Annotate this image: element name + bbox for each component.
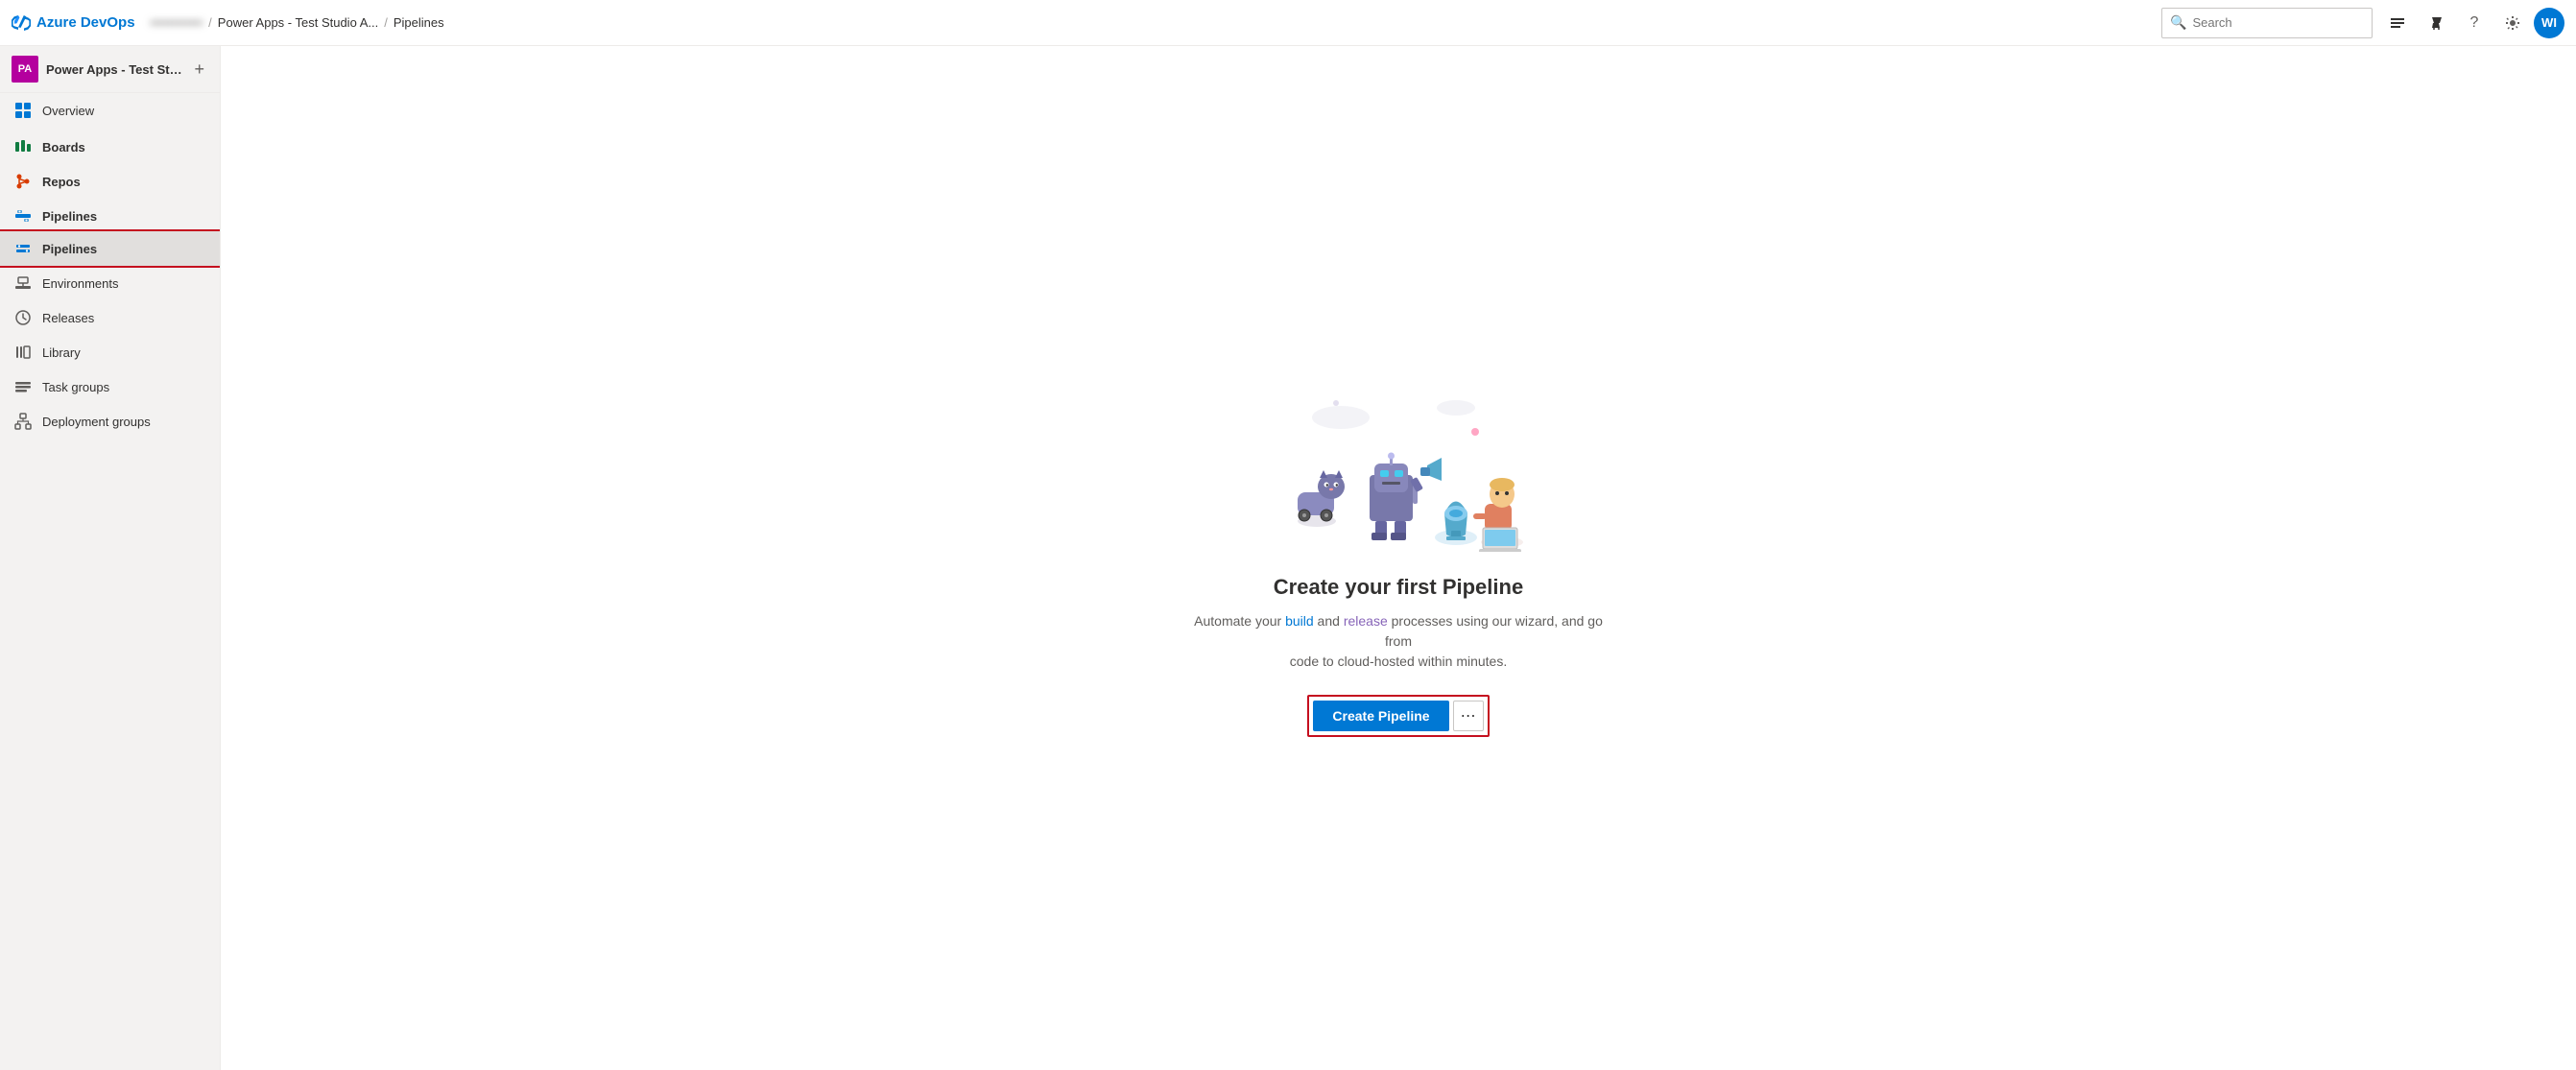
repos-icon (13, 172, 33, 191)
breadcrumb: •••••••••••• / Power Apps - Test Studio … (151, 15, 2154, 30)
pipelines-item-label: Pipelines (42, 242, 97, 256)
overview-icon (13, 101, 33, 120)
header-icons: ? WI (2380, 6, 2564, 40)
sidebar-item-repos[interactable]: Repos (0, 162, 220, 197)
sidebar-item-releases[interactable]: Releases (0, 300, 220, 335)
more-options-button[interactable]: ⋯ (1453, 701, 1484, 731)
deployment-groups-icon (13, 412, 33, 431)
breadcrumb-project[interactable]: Power Apps - Test Studio A... (218, 15, 378, 30)
boards-icon (13, 137, 33, 156)
create-pipeline-actions: Create Pipeline ⋯ (1307, 695, 1489, 737)
help-icon[interactable]: ? (2457, 6, 2492, 40)
environments-icon (13, 273, 33, 293)
user-avatar[interactable]: WI (2534, 8, 2564, 38)
notifications-icon[interactable] (2380, 6, 2415, 40)
project-header: PA Power Apps - Test Stud... + (0, 46, 220, 93)
sidebar-item-environments[interactable]: Environments (0, 266, 220, 300)
pipelines-item-icon (13, 239, 33, 258)
settings-icon[interactable] (2495, 6, 2530, 40)
sidebar-item-overview[interactable]: Overview (0, 93, 220, 128)
releases-icon (13, 308, 33, 327)
project-name: Power Apps - Test Stud... (46, 62, 182, 77)
library-label: Library (42, 345, 81, 360)
breadcrumb-org[interactable]: •••••••••••• (151, 15, 203, 30)
search-icon: 🔍 (2170, 14, 2186, 31)
basket-icon[interactable] (2419, 6, 2453, 40)
search-box[interactable]: 🔍 (2161, 8, 2373, 38)
deployment-groups-label: Deployment groups (42, 415, 151, 429)
library-icon (13, 343, 33, 362)
breadcrumb-current: Pipelines (394, 15, 444, 30)
sidebar-item-library[interactable]: Library (0, 335, 220, 369)
sidebar-item-pipelines[interactable]: Pipelines (0, 231, 220, 266)
pipelines-illustration (1264, 379, 1533, 552)
build-link[interactable]: build (1285, 613, 1314, 629)
sidebar-item-deployment-groups[interactable]: Deployment groups (0, 404, 220, 439)
releases-label: Releases (42, 311, 94, 325)
sidebar-item-task-groups[interactable]: Task groups (0, 369, 220, 404)
add-project-button[interactable]: + (190, 58, 208, 82)
empty-state: Create your first Pipeline Automate your… (1168, 360, 1629, 756)
create-pipeline-button[interactable]: Create Pipeline (1313, 701, 1448, 731)
header: Azure DevOps •••••••••••• / Power Apps -… (0, 0, 2576, 46)
main-content: Create your first Pipeline Automate your… (221, 46, 2576, 1070)
pipelines-section-label: Pipelines (42, 209, 97, 224)
repos-label: Repos (42, 175, 81, 189)
task-groups-icon (13, 377, 33, 396)
project-avatar: PA (12, 56, 38, 83)
breadcrumb-sep-1: / (208, 15, 212, 30)
task-groups-label: Task groups (42, 380, 109, 394)
search-input[interactable] (2192, 15, 2364, 30)
sidebar: PA Power Apps - Test Stud... + Overview … (0, 46, 221, 1070)
body: PA Power Apps - Test Stud... + Overview … (0, 46, 2576, 1070)
sidebar-item-boards[interactable]: Boards (0, 128, 220, 162)
breadcrumb-sep-2: / (384, 15, 388, 30)
sidebar-section-pipelines[interactable]: Pipelines (0, 197, 220, 231)
release-link[interactable]: release (1344, 613, 1388, 629)
azure-devops-logo[interactable]: Azure DevOps (12, 13, 135, 33)
environments-label: Environments (42, 276, 118, 291)
empty-state-description: Automate your build and release processe… (1187, 611, 1610, 672)
boards-label: Boards (42, 140, 85, 155)
empty-state-title: Create your first Pipeline (1274, 575, 1523, 600)
pipelines-section-icon (13, 206, 33, 226)
overview-label: Overview (42, 104, 94, 118)
